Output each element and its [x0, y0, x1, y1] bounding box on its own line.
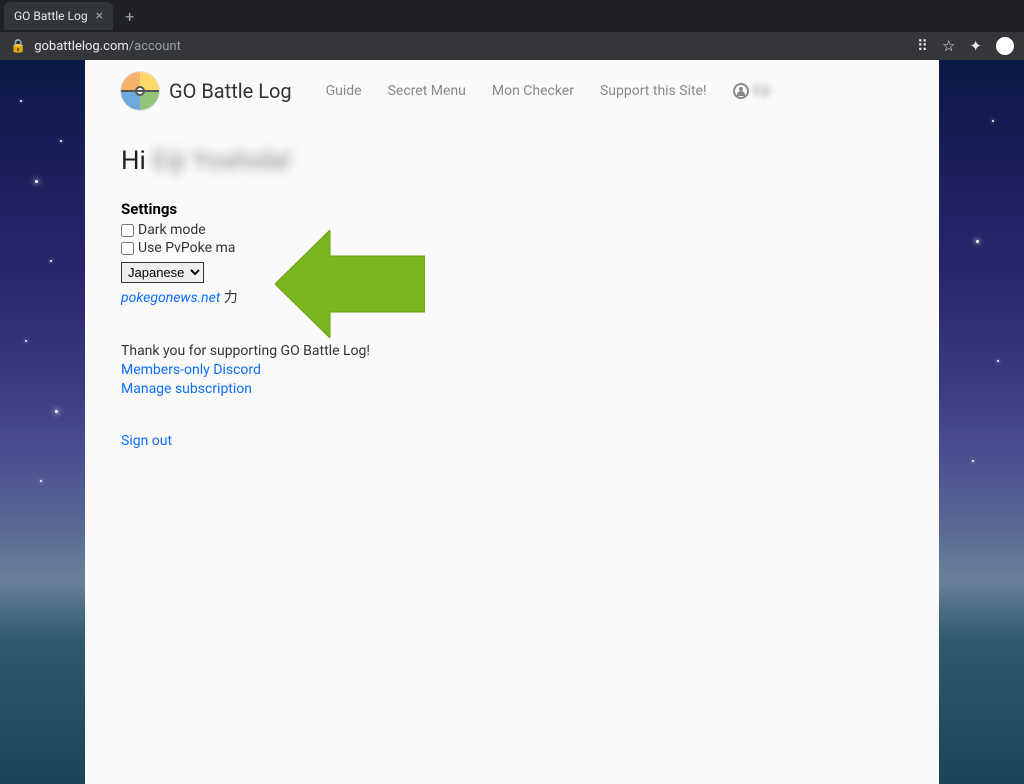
browser-tab-strip: GO Battle Log × + — [0, 0, 1024, 32]
dark-mode-checkbox[interactable] — [121, 224, 134, 237]
browser-tab[interactable]: GO Battle Log × — [4, 2, 113, 30]
site-brand[interactable]: GO Battle Log — [169, 79, 292, 103]
pvpoke-checkbox[interactable] — [121, 242, 134, 255]
support-text: Thank you for supporting GO Battle Log! — [121, 343, 903, 359]
url-path: /account — [129, 39, 181, 54]
language-select[interactable]: Japanese — [121, 262, 204, 283]
partner-trail: 力 — [220, 290, 237, 306]
dark-mode-row[interactable]: Dark mode — [121, 222, 903, 238]
address-bar[interactable]: 🔒 gobattlelog.com/account ⠿ ☆ ✦ — [0, 32, 1024, 60]
translate-icon[interactable]: ⠿ — [917, 37, 928, 55]
url-host: gobattlelog.com — [34, 39, 129, 54]
account-icon — [733, 83, 749, 99]
content-panel: GO Battle Log Guide Secret Menu Mon Chec… — [85, 60, 939, 784]
tab-title: GO Battle Log — [14, 9, 88, 23]
profile-icon[interactable] — [996, 37, 1014, 55]
main-content: Hi Eiji Yoshida! Settings Dark mode Use … — [85, 122, 939, 473]
nav-account-link[interactable]: Eiji — [733, 83, 771, 99]
discord-link[interactable]: Members-only Discord — [121, 362, 261, 378]
settings-heading: Settings — [121, 200, 903, 218]
nav-link-support[interactable]: Support this Site! — [600, 83, 707, 99]
sign-out-link[interactable]: Sign out — [121, 433, 172, 449]
dark-mode-label: Dark mode — [138, 222, 206, 238]
new-tab-button[interactable]: + — [125, 7, 134, 26]
site-logo[interactable] — [121, 72, 159, 110]
bookmark-star-icon[interactable]: ☆ — [942, 37, 955, 55]
nav-link-mon-checker[interactable]: Mon Checker — [492, 83, 574, 99]
lock-icon: 🔒 — [10, 39, 26, 54]
nav-username: Eiji — [753, 83, 771, 99]
greeting-prefix: Hi — [121, 146, 152, 176]
pvpoke-label: Use PvPoke ma — [138, 240, 235, 256]
close-icon[interactable]: × — [96, 8, 103, 24]
nav-link-guide[interactable]: Guide — [326, 83, 362, 99]
nav-link-secret-menu[interactable]: Secret Menu — [388, 83, 466, 99]
partner-link[interactable]: pokegonews.net — [121, 290, 220, 306]
greeting-name: Eiji Yoshida! — [152, 146, 291, 176]
manage-subscription-link[interactable]: Manage subscription — [121, 381, 252, 397]
greeting: Hi Eiji Yoshida! — [121, 146, 903, 176]
extensions-icon[interactable]: ✦ — [969, 37, 982, 55]
site-nav: GO Battle Log Guide Secret Menu Mon Chec… — [85, 60, 939, 122]
page-background: GO Battle Log Guide Secret Menu Mon Chec… — [0, 60, 1024, 784]
pvpoke-row[interactable]: Use PvPoke ma — [121, 240, 903, 256]
